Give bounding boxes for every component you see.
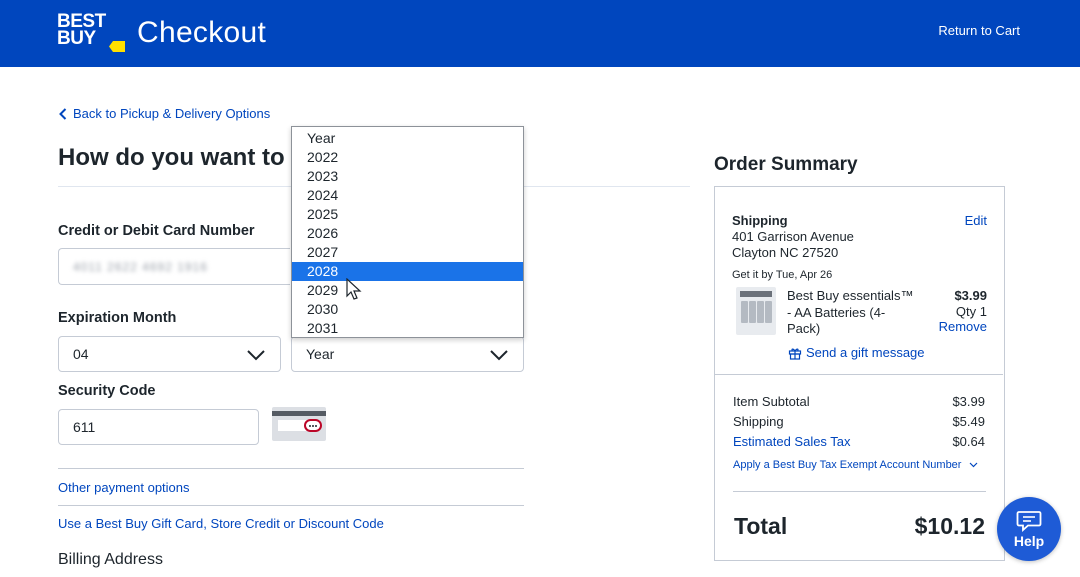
chevron-down-icon [490, 350, 508, 361]
year-option[interactable]: 2022 [292, 148, 523, 167]
total-value: $10.12 [914, 513, 985, 539]
help-button[interactable]: Help [997, 497, 1061, 561]
year-option[interactable]: 2031 [292, 319, 523, 338]
chevron-down-icon [247, 350, 265, 361]
year-option[interactable]: 2027 [292, 243, 523, 262]
shipping-cost-label: Shipping [733, 414, 784, 429]
delivery-date: Get it by Tue, Apr 26 [732, 269, 833, 281]
gift-message-label: Send a gift message [806, 345, 925, 360]
logo-tag-icon [109, 41, 125, 52]
product-name-line-1: Best Buy essentials™ [787, 288, 914, 303]
header-bar: BEST BUY Checkout Return to Cart [0, 0, 1080, 67]
remove-item-link[interactable]: Remove [939, 319, 987, 334]
expiration-month-label: Expiration Month [58, 310, 177, 326]
expiration-month-select[interactable]: 04 [58, 336, 281, 372]
gift-message-link[interactable]: Send a gift message [788, 345, 925, 360]
month-value: 04 [73, 346, 89, 362]
divider [58, 468, 524, 469]
year-option[interactable]: 2024 [292, 186, 523, 205]
order-summary-title: Order Summary [714, 154, 858, 175]
year-option[interactable]: Year [292, 129, 523, 148]
chevron-left-icon [59, 107, 67, 120]
tax-exempt-link[interactable]: Apply a Best Buy Tax Exempt Account Numb… [733, 459, 978, 471]
card-number-input[interactable]: 4011 2622 4692 1916 [58, 248, 290, 285]
security-code-value: 611 [73, 419, 96, 435]
other-payment-options-link[interactable]: Other payment options [58, 480, 190, 495]
shipping-cost-value: $5.49 [952, 414, 985, 429]
gift-card-link[interactable]: Use a Best Buy Gift Card, Store Credit o… [58, 516, 384, 531]
total-divider [733, 491, 986, 492]
year-option[interactable]: 2030 [292, 300, 523, 319]
year-dropdown-list[interactable]: Year 2022 2023 2024 2025 2026 2027 2028 … [291, 126, 524, 338]
year-value: Year [306, 346, 335, 362]
payment-heading: How do you want to pay? [58, 144, 290, 171]
address-line-2: Clayton NC 27520 [732, 245, 839, 260]
product-quantity: Qty 1 [955, 304, 987, 319]
divider [58, 505, 524, 506]
tax-exempt-label: Apply a Best Buy Tax Exempt Account Numb… [733, 459, 962, 471]
security-code-label: Security Code [58, 383, 156, 399]
year-option[interactable]: 2023 [292, 167, 523, 186]
mouse-cursor-icon [346, 278, 362, 300]
year-option[interactable]: 2025 [292, 205, 523, 224]
product-thumbnail[interactable] [736, 287, 776, 335]
card-number-value: 4011 2622 4692 1916 [73, 259, 208, 274]
return-to-cart-link[interactable]: Return to Cart [938, 23, 1020, 38]
item-subtotal-label: Item Subtotal [733, 394, 810, 409]
estimated-tax-link[interactable]: Estimated Sales Tax [733, 434, 851, 449]
edit-shipping-link[interactable]: Edit [965, 213, 987, 228]
total-label: Total [734, 513, 788, 539]
card-number-label: Credit or Debit Card Number [58, 223, 255, 239]
shipping-heading: Shipping [732, 213, 788, 228]
address-line-1: 401 Garrison Avenue [732, 229, 854, 244]
billing-address-heading: Billing Address [58, 551, 163, 568]
year-option[interactable]: 2029 [292, 281, 523, 300]
chat-bubble-icon [1016, 510, 1042, 532]
tax-value: $0.64 [952, 434, 985, 449]
expiration-year-select[interactable]: Year [291, 336, 524, 372]
product-name-line-3: Pack) [787, 321, 821, 336]
logo-wordmark: BEST BUY [57, 12, 106, 49]
item-subtotal-value: $3.99 [952, 394, 985, 409]
back-link-label: Back to Pickup & Delivery Options [73, 106, 271, 121]
logo-line-2: BUY [57, 28, 96, 49]
cvv-card-icon [272, 407, 326, 441]
best-buy-logo[interactable]: BEST BUY [57, 12, 127, 55]
year-option[interactable]: 2026 [292, 224, 523, 243]
summary-divider [715, 374, 1003, 375]
page-title: Checkout [137, 16, 267, 49]
back-to-pickup-link[interactable]: Back to Pickup & Delivery Options [59, 106, 270, 121]
chevron-down-icon [970, 462, 978, 468]
gift-icon [788, 348, 802, 360]
help-label: Help [1013, 532, 1045, 549]
security-code-input[interactable]: 611 [58, 409, 259, 445]
product-price: $3.99 [954, 288, 987, 303]
product-name-line-2: - AA Batteries (4- [787, 305, 886, 320]
year-option-highlighted[interactable]: 2028 [292, 262, 523, 281]
